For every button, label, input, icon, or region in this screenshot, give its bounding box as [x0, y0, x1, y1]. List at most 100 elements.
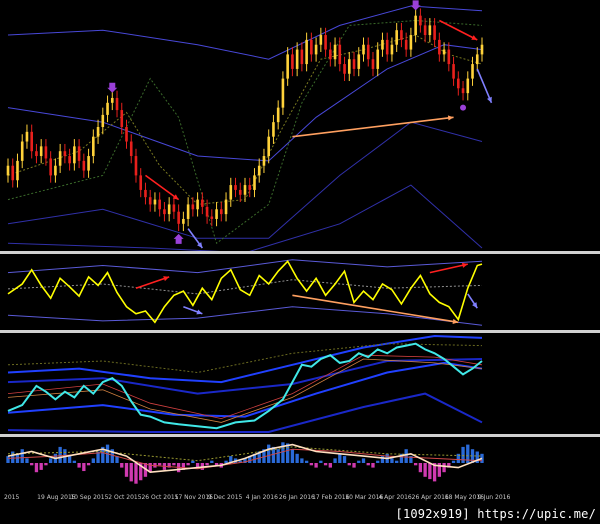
- candle-body: [234, 185, 237, 190]
- histogram-bar: [205, 463, 209, 466]
- candle-body: [125, 127, 128, 142]
- x-tick-label: 9 Jun 2016: [478, 494, 510, 501]
- candle-body: [20, 141, 24, 161]
- x-tick-label: 2015: [4, 494, 19, 501]
- histogram-bar: [376, 460, 380, 463]
- panel-separator[interactable]: [0, 330, 600, 333]
- candle-body: [129, 141, 133, 157]
- histogram-bar: [58, 446, 62, 463]
- histogram-bar: [124, 463, 129, 477]
- histogram-bar: [224, 460, 228, 463]
- candle-body: [257, 165, 261, 176]
- histogram-bar: [295, 453, 299, 463]
- candle-body: [30, 131, 34, 152]
- panel-separator[interactable]: [0, 251, 600, 254]
- candle-body: [73, 146, 76, 164]
- histogram-bar: [371, 463, 375, 468]
- candle-body: [404, 39, 408, 50]
- x-tick-label: 2 Oct 2015: [108, 494, 141, 501]
- chart-background: [0, 0, 600, 524]
- candle-body: [286, 54, 289, 79]
- histogram-bar: [418, 463, 423, 473]
- panel-separator[interactable]: [0, 434, 600, 437]
- candle-body: [381, 39, 384, 50]
- candle-body: [475, 54, 479, 65]
- candle-body: [310, 39, 313, 55]
- histogram-bar: [191, 460, 195, 463]
- histogram-bar: [323, 463, 328, 466]
- candle-body: [456, 78, 460, 89]
- x-tick-label: 4 Jan 2016: [246, 494, 278, 501]
- histogram-bar: [319, 460, 323, 463]
- candle-body: [357, 54, 361, 69]
- histogram-bar: [49, 458, 53, 463]
- candle-body: [54, 165, 57, 176]
- candle-body: [182, 218, 185, 224]
- candle-body: [362, 44, 365, 55]
- candle-body: [139, 175, 143, 190]
- candle-body: [305, 39, 308, 65]
- candle-body: [205, 206, 209, 217]
- candle-body: [224, 199, 228, 215]
- candle-body: [153, 199, 157, 205]
- candle-body: [447, 49, 451, 65]
- candle-body: [115, 97, 119, 111]
- candle-body: [35, 151, 38, 157]
- histogram-bar: [86, 463, 91, 466]
- histogram-bar: [338, 453, 342, 463]
- histogram-bar: [357, 460, 361, 463]
- candle-body: [461, 88, 465, 94]
- histogram-bar: [361, 458, 366, 463]
- histogram-bar: [395, 460, 399, 463]
- histogram-bar: [309, 463, 314, 466]
- histogram-bar: [290, 449, 295, 463]
- candle-body: [158, 199, 161, 210]
- candle-body: [6, 165, 10, 176]
- candle-body: [272, 122, 275, 137]
- candle-body: [253, 175, 256, 190]
- candle-body: [39, 146, 43, 157]
- forex-indicator-chart: 2015 19 Aug 201510 Sep 2015 2 Oct 2015 26 O…: [0, 0, 600, 524]
- x-axis: 2015 19 Aug 201510 Sep 2015 2 Oct 2015 26 O…: [4, 494, 510, 501]
- candle-body: [191, 204, 195, 210]
- candle-body: [248, 185, 252, 190]
- candle-body: [148, 197, 152, 205]
- histogram-bar: [366, 463, 370, 466]
- candle-body: [338, 44, 342, 65]
- candle-body: [291, 54, 294, 69]
- candle-body: [300, 49, 304, 65]
- histogram-bar: [210, 460, 214, 463]
- candle-body: [423, 25, 427, 36]
- histogram-bar: [342, 456, 347, 463]
- histogram-bar: [129, 463, 133, 482]
- candle-body: [471, 64, 474, 79]
- candle-body: [319, 35, 323, 45]
- histogram-bar: [44, 463, 48, 466]
- candle-body: [68, 156, 71, 164]
- candle-body: [58, 151, 62, 166]
- candle-body: [262, 156, 266, 166]
- candle-body: [376, 49, 380, 69]
- candle-body: [196, 199, 199, 210]
- candle-body: [167, 204, 171, 215]
- candle-body: [452, 64, 455, 79]
- x-tick-label: 17 Feb 2016: [312, 494, 350, 501]
- histogram-bar: [72, 460, 77, 463]
- candle-body: [177, 211, 180, 224]
- histogram-bar: [428, 463, 432, 480]
- candle-body: [16, 160, 19, 181]
- candle-body: [414, 15, 417, 36]
- pivot-marker-dot: [460, 104, 467, 111]
- histogram-bar: [423, 463, 427, 477]
- histogram-bar: [413, 463, 418, 466]
- candle-body: [480, 44, 484, 55]
- candle-body: [324, 35, 327, 50]
- candle-body: [385, 39, 389, 55]
- candle-body: [267, 136, 271, 157]
- x-tick-label: 9 Dec 2015: [208, 494, 243, 501]
- image-watermark: [1092x919] https://upic.me/: [393, 507, 598, 521]
- x-tick-label: 26 Apr 2016: [412, 494, 449, 501]
- candle-body: [219, 209, 223, 215]
- histogram-bar: [390, 458, 394, 463]
- histogram-bar: [158, 463, 162, 466]
